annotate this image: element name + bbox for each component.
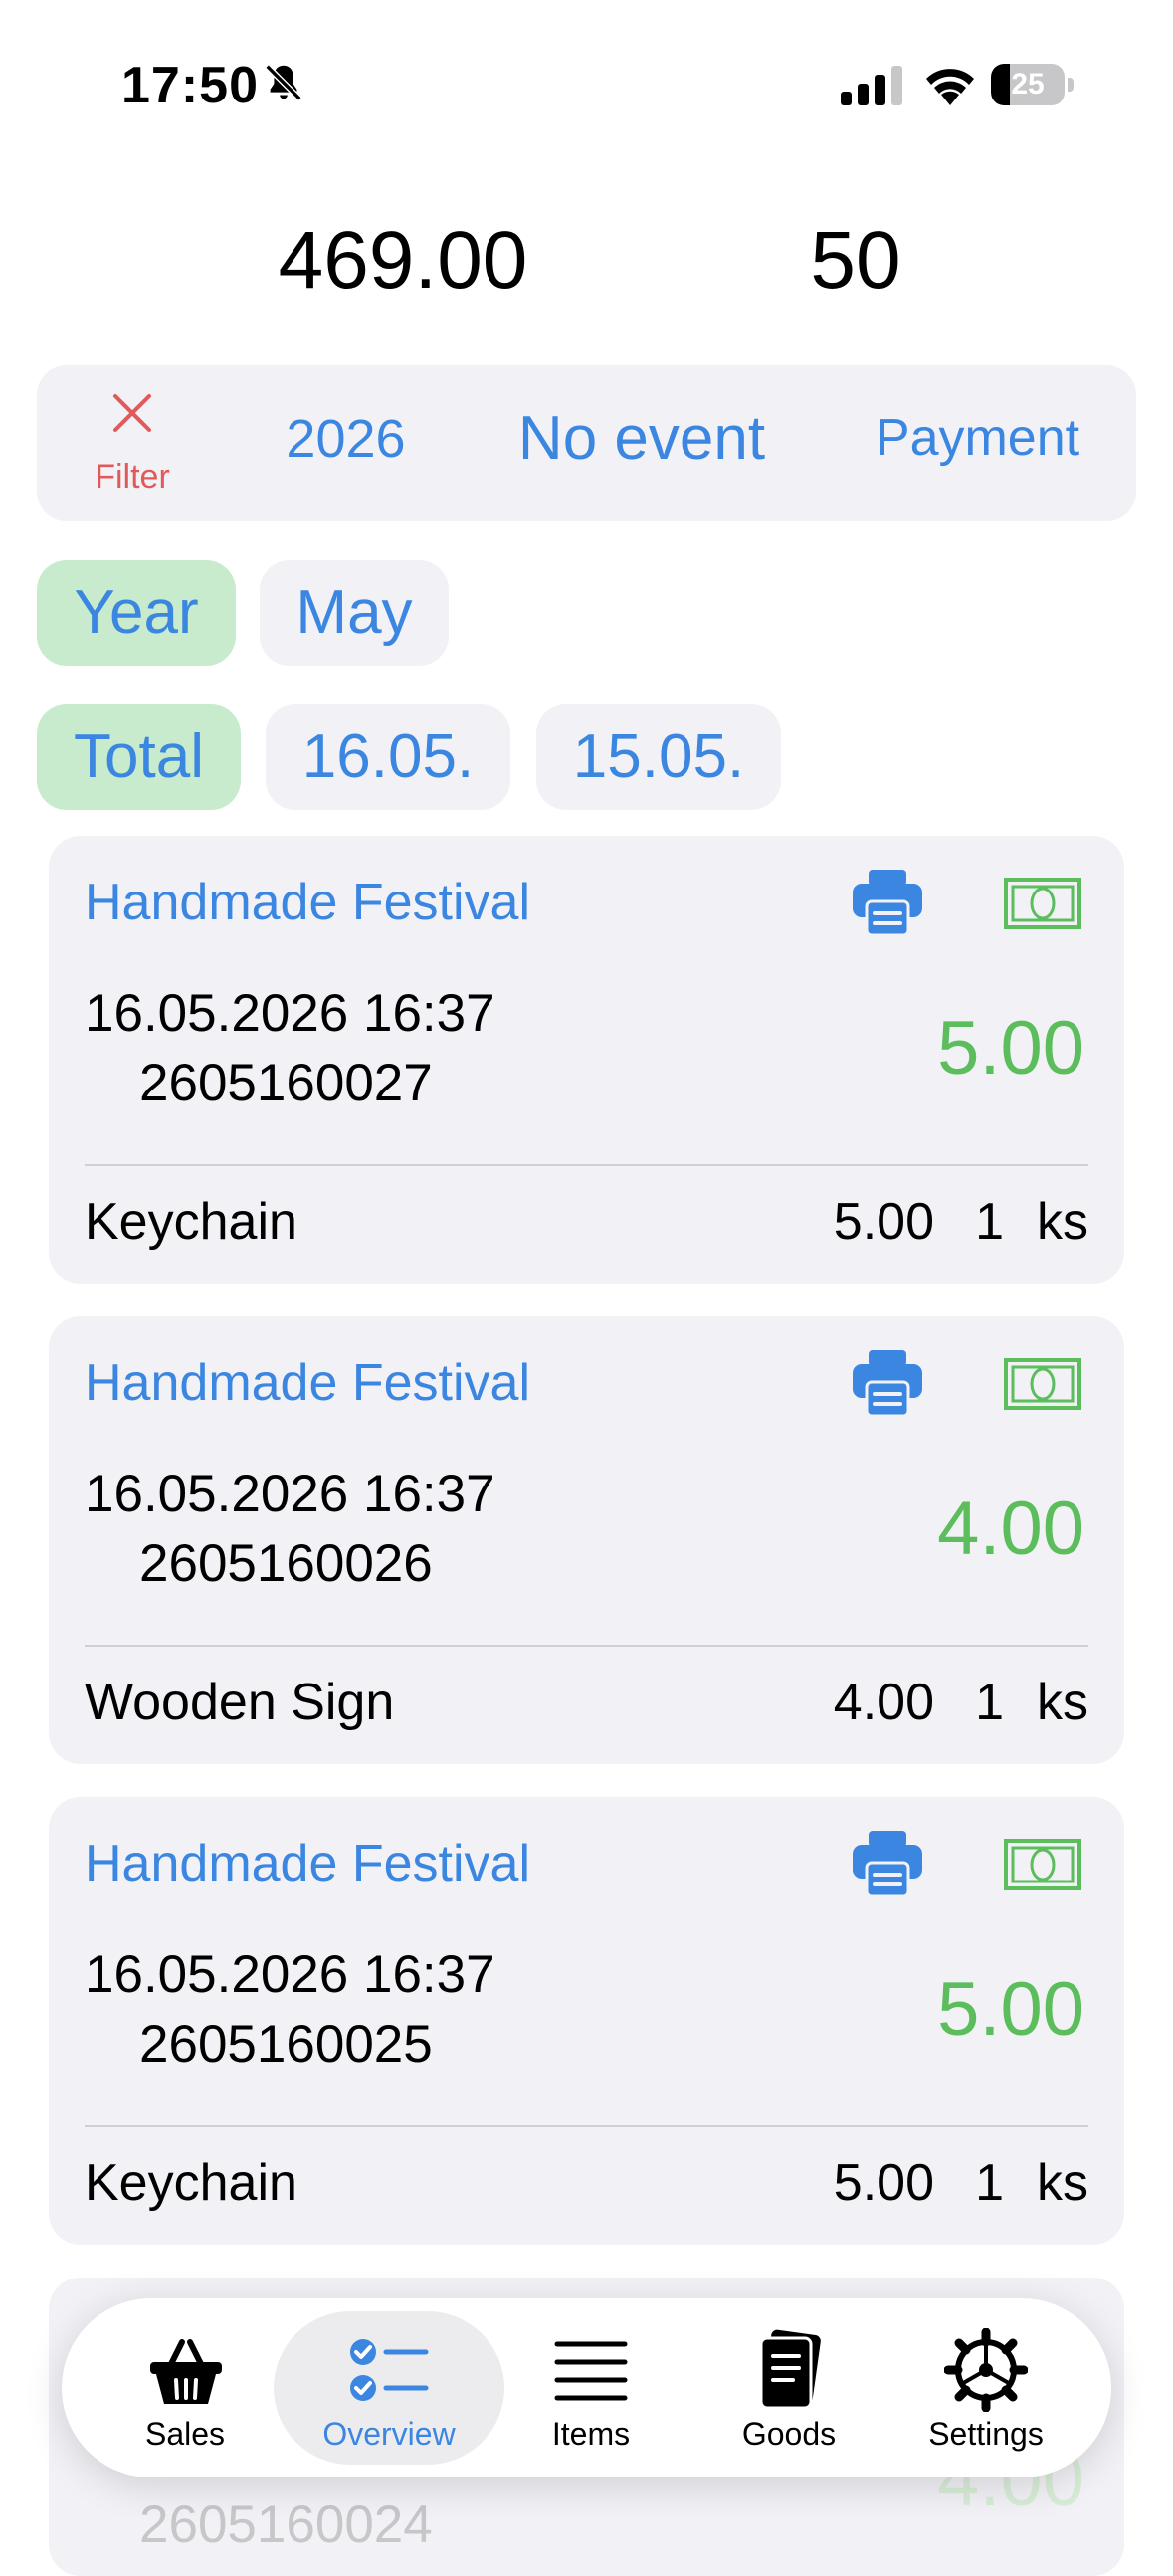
tab-sales[interactable]: Sales [86, 2416, 285, 2453]
summary-count: 50 [810, 215, 901, 305]
printer-icon[interactable] [853, 870, 922, 935]
payment-filter[interactable]: Payment [856, 408, 1099, 468]
sale-item-unit: ks [1037, 1674, 1088, 1731]
divider [85, 1645, 1088, 1647]
sale-amount: 4.00 [937, 1486, 1084, 1571]
sale-number: 2605160026 [139, 1534, 433, 1593]
bell-slash-icon [265, 64, 302, 101]
year-filter[interactable]: 2026 [249, 408, 443, 470]
sale-number: 2605160025 [139, 2015, 433, 2074]
sale-item-qty: 1 [975, 1674, 1004, 1731]
sale-number: 2605160027 [139, 1054, 433, 1112]
sale-item-unit: ks [1037, 1193, 1088, 1251]
status-time: 17:50 [121, 57, 259, 114]
event-filter[interactable]: No event [488, 403, 796, 474]
divider [85, 2125, 1088, 2127]
cash-icon [1004, 1839, 1081, 1890]
sale-datetime: 16.05.2026 16:37 [85, 1945, 495, 2004]
gear-icon [944, 2328, 1028, 2412]
sale-item-price: 5.00 [833, 1193, 934, 1251]
chip-year[interactable]: Year [37, 560, 236, 666]
chip-month[interactable]: May [260, 560, 449, 666]
sale-event: Handmade Festival [85, 874, 530, 931]
sale-item-name: Wooden Sign [85, 1674, 395, 1731]
filter-button-label[interactable]: Filter [70, 458, 195, 496]
cash-icon [1004, 1358, 1081, 1410]
tab-items[interactable]: Items [491, 2416, 690, 2453]
checklist-icon [350, 2339, 429, 2401]
sale-card[interactable]: Handmade Festival 16.05.2026 16:37 26051… [49, 1797, 1124, 2245]
sale-item-unit: ks [1037, 2154, 1088, 2212]
sale-card[interactable]: Handmade Festival 16.05.2026 16:37 26051… [49, 1316, 1124, 1764]
list-icon [554, 2341, 628, 2401]
chip-day-15-05[interactable]: 15.05. [536, 704, 781, 810]
tab-overview[interactable]: Overview [290, 2416, 489, 2453]
sale-item-price: 5.00 [833, 2154, 934, 2212]
chip-total[interactable]: Total [37, 704, 241, 810]
summary-total: 469.00 [278, 215, 528, 305]
cash-icon [1004, 878, 1081, 929]
sale-item-price: 4.00 [833, 1674, 934, 1731]
divider [85, 1164, 1088, 1166]
sale-item-qty: 1 [975, 1193, 1004, 1251]
notebook-icon [759, 2329, 821, 2410]
wifi-icon [926, 69, 974, 105]
battery-indicator: 25 [991, 64, 1075, 107]
sale-number: 2605160024 [139, 2495, 433, 2554]
chip-day-16-05[interactable]: 16.05. [266, 704, 510, 810]
sale-event: Handmade Festival [85, 1354, 530, 1412]
sale-item-qty: 1 [975, 2154, 1004, 2212]
basket-icon [150, 2339, 222, 2404]
tab-settings[interactable]: Settings [886, 2416, 1085, 2453]
sale-item-name: Keychain [85, 2154, 297, 2212]
close-filter-icon[interactable] [107, 388, 157, 438]
cellular-signal-icon [841, 66, 902, 105]
battery-percent: 25 [1011, 68, 1045, 100]
sale-datetime: 16.05.2026 16:37 [85, 1465, 495, 1523]
sale-amount: 5.00 [937, 1967, 1084, 2052]
printer-icon[interactable] [853, 1350, 922, 1416]
sale-card[interactable]: Handmade Festival 16.05.2026 16:37 26051… [49, 836, 1124, 1284]
sale-item-name: Keychain [85, 1193, 297, 1251]
tab-goods[interactable]: Goods [689, 2416, 888, 2453]
sale-event: Handmade Festival [85, 1835, 530, 1892]
sale-amount: 5.00 [937, 1006, 1084, 1090]
sale-datetime: 16.05.2026 16:37 [85, 984, 495, 1043]
printer-icon[interactable] [853, 1831, 922, 1896]
